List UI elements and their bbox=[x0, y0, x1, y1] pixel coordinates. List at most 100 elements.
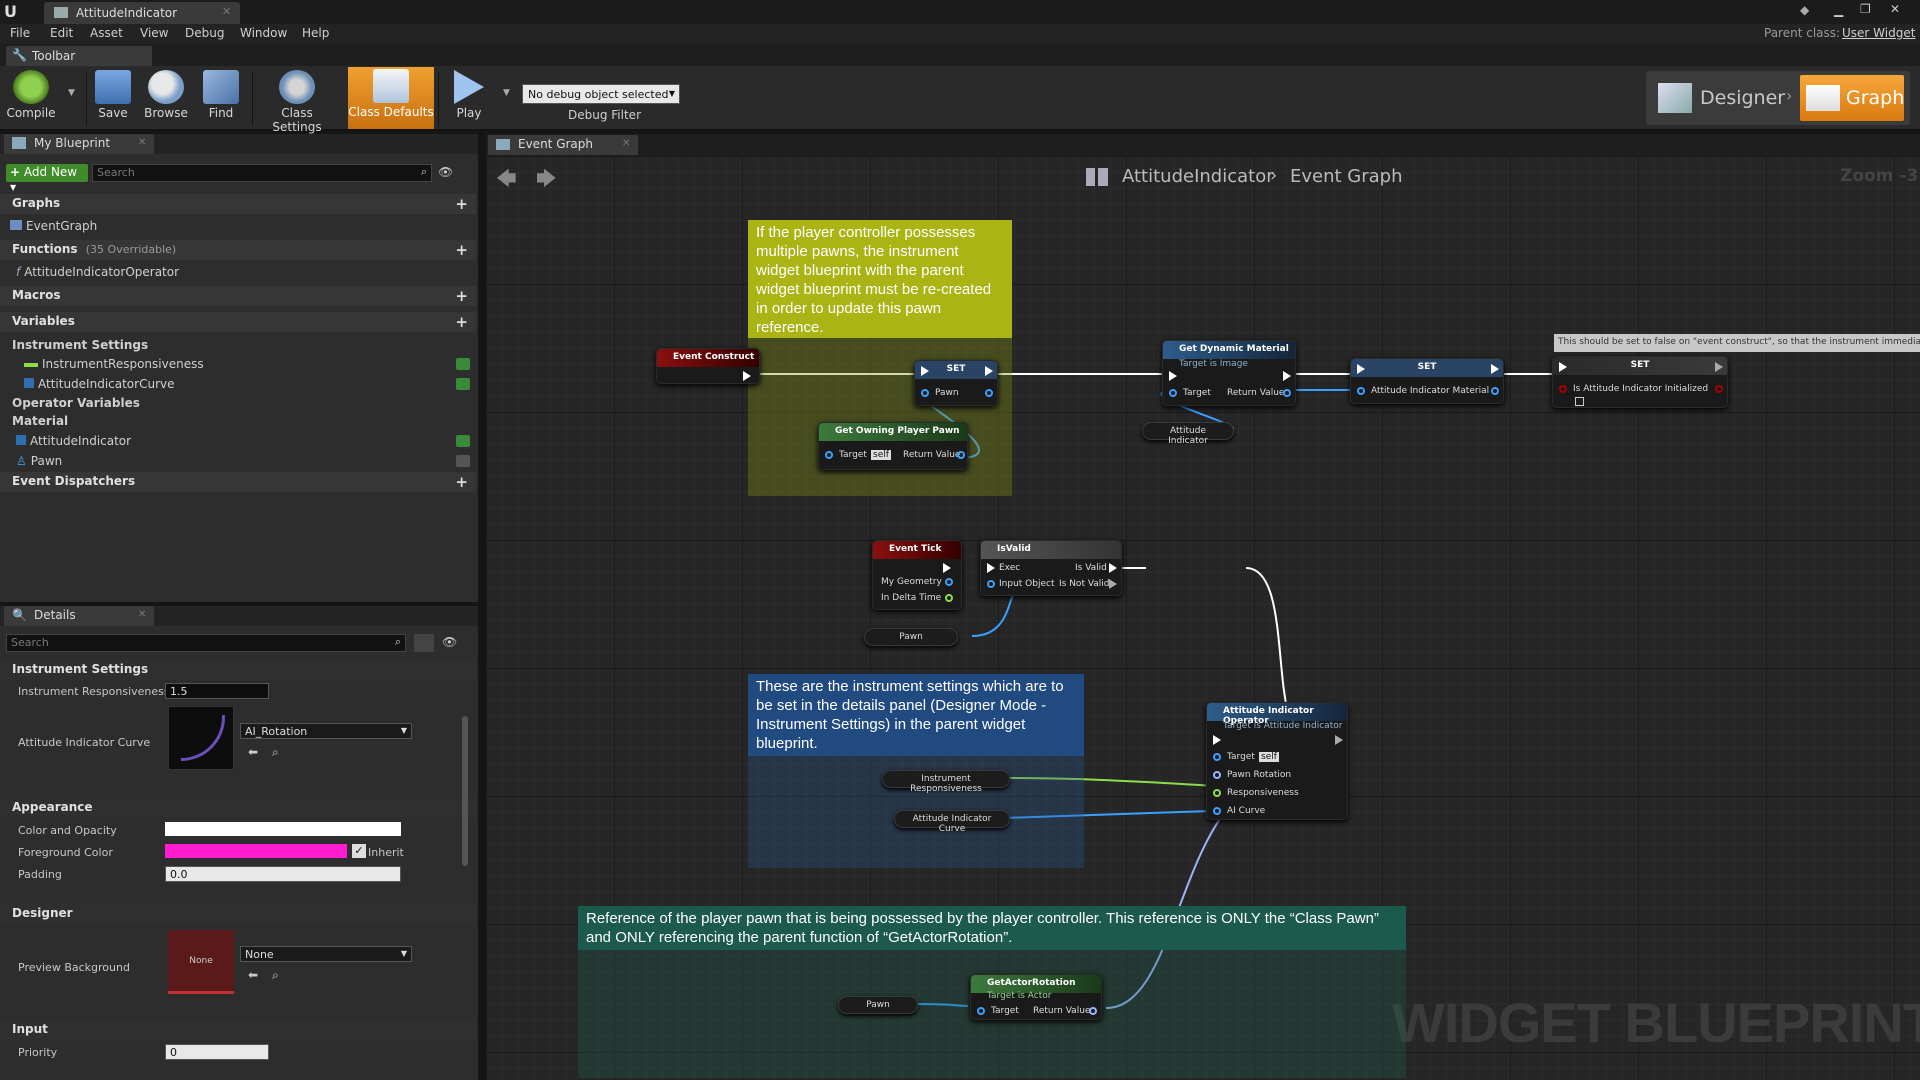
add-variable-icon[interactable]: + bbox=[455, 313, 468, 331]
responsiveness-input[interactable]: 1.5 bbox=[165, 683, 269, 699]
play-options-chevron-icon[interactable]: ▼ bbox=[503, 88, 510, 98]
parent-class-link[interactable]: User Widget bbox=[1842, 26, 1915, 40]
return-value-pin[interactable] bbox=[957, 451, 965, 459]
details-tab[interactable]: 🔍 Details ✕ bbox=[4, 606, 154, 626]
set-material-node[interactable]: SET Attitude Indicator Material bbox=[1350, 358, 1504, 404]
menu-edit[interactable]: Edit bbox=[50, 26, 73, 40]
browse-asset-search-icon[interactable]: ⌕ bbox=[272, 968, 279, 983]
debug-object-select[interactable]: No debug object selected ▼ bbox=[522, 84, 680, 104]
compile-button[interactable]: Compile bbox=[2, 68, 60, 128]
is-valid-exec-pin[interactable] bbox=[1109, 563, 1117, 573]
priority-input[interactable]: 0 bbox=[165, 1044, 269, 1060]
compile-options-chevron-icon[interactable]: ▼ bbox=[68, 88, 75, 98]
exec-out-pin[interactable] bbox=[1283, 371, 1291, 381]
use-selected-arrow-icon[interactable]: ⬅ bbox=[248, 968, 258, 982]
macros-category[interactable]: Macros + bbox=[0, 286, 476, 306]
menu-window[interactable]: Window bbox=[240, 26, 287, 40]
event-graph-tab[interactable]: Event Graph ✕ bbox=[488, 135, 638, 155]
event-tick-node[interactable]: Event Tick My Geometry In Delta Time bbox=[872, 540, 962, 610]
event-dispatchers-category[interactable]: Event Dispatchers + bbox=[0, 472, 476, 492]
pawn-in-pin[interactable] bbox=[921, 389, 929, 397]
add-new-button[interactable]: + Add New ▼ bbox=[6, 164, 88, 192]
input-object-pin[interactable] bbox=[987, 580, 995, 588]
attitude-indicator-curve-getter[interactable]: Attitude Indicator Curve bbox=[894, 810, 1010, 834]
exec-out-pin[interactable] bbox=[743, 371, 751, 381]
is-not-valid-exec-pin[interactable] bbox=[1109, 579, 1117, 589]
find-button[interactable]: Find bbox=[192, 68, 250, 128]
pawn-rotation-pin[interactable] bbox=[1213, 771, 1221, 779]
functions-category[interactable]: Functions (35 Overridable) + bbox=[0, 240, 476, 260]
variable-pawn[interactable]: ♙ Pawn bbox=[16, 454, 62, 468]
exec-out-pin[interactable] bbox=[1491, 364, 1499, 374]
menu-view[interactable]: View bbox=[140, 26, 168, 40]
play-button[interactable]: Play bbox=[440, 68, 498, 128]
my-blueprint-tab[interactable]: My Blueprint ✕ bbox=[4, 134, 154, 154]
material-in-pin[interactable] bbox=[1357, 387, 1365, 395]
input-section[interactable]: Input bbox=[0, 1020, 476, 1040]
toolbar-tab[interactable]: 🔧 Toolbar bbox=[6, 46, 152, 66]
ai-curve-pin[interactable] bbox=[1213, 807, 1221, 815]
add-graph-icon[interactable]: + bbox=[455, 195, 468, 213]
appearance-section[interactable]: Appearance bbox=[0, 798, 476, 818]
is-valid-node[interactable]: IsValid Exec Is Valid Input Object Is No… bbox=[980, 540, 1122, 596]
browse-asset-search-icon[interactable]: ⌕ bbox=[272, 745, 279, 760]
exec-in-pin[interactable] bbox=[1213, 735, 1221, 745]
attitude-indicator-getter[interactable]: Attitude Indicator bbox=[1142, 422, 1234, 446]
curve-thumbnail[interactable] bbox=[168, 706, 234, 770]
instrument-settings-group[interactable]: Instrument Settings bbox=[12, 338, 148, 352]
menu-file[interactable]: File bbox=[10, 26, 30, 40]
add-macro-icon[interactable]: + bbox=[455, 287, 468, 305]
view-options-eye-icon[interactable]: 👁 bbox=[442, 635, 457, 649]
padding-input[interactable]: 0.0 bbox=[165, 866, 401, 882]
close-tab-icon[interactable]: ✕ bbox=[222, 5, 231, 18]
in-delta-time-pin[interactable] bbox=[945, 594, 953, 602]
visibility-eye-icon[interactable] bbox=[456, 378, 470, 390]
designer-section[interactable]: Designer bbox=[0, 904, 476, 924]
add-function-icon[interactable]: + bbox=[455, 241, 468, 259]
preview-background-select[interactable]: None ▼ bbox=[240, 946, 412, 962]
class-defaults-button[interactable]: Class Defaults bbox=[348, 67, 434, 129]
initialized-checkbox[interactable] bbox=[1575, 397, 1584, 406]
variable-attitude-indicator[interactable]: AttitudeIndicator bbox=[16, 434, 131, 448]
visibility-eye-icon[interactable] bbox=[456, 358, 470, 370]
foreground-color-swatch[interactable] bbox=[165, 844, 347, 858]
get-dynamic-material-node[interactable]: Get Dynamic Material Target is Image Tar… bbox=[1162, 340, 1296, 406]
exec-in-pin[interactable] bbox=[1169, 371, 1177, 381]
pawn-getter-bottom[interactable]: Pawn bbox=[838, 996, 918, 1014]
return-value-pin[interactable] bbox=[1283, 389, 1291, 397]
exec-in-pin[interactable] bbox=[921, 366, 929, 376]
instrument-settings-section[interactable]: Instrument Settings bbox=[0, 660, 476, 680]
target-in-pin[interactable] bbox=[977, 1007, 985, 1015]
exec-in-pin[interactable] bbox=[1357, 364, 1365, 374]
details-scrollbar[interactable] bbox=[462, 716, 468, 866]
curve-asset-select[interactable]: AI_Rotation ▼ bbox=[240, 723, 412, 739]
graph-mode-button[interactable]: Graph bbox=[1800, 75, 1904, 121]
window-restore-button[interactable]: ❐ bbox=[1860, 2, 1871, 16]
operator-variables-group[interactable]: Operator Variables bbox=[12, 396, 140, 410]
target-in-pin[interactable] bbox=[825, 451, 833, 459]
event-graph-item[interactable]: EventGraph bbox=[10, 219, 97, 233]
visibility-eye-icon[interactable] bbox=[456, 455, 470, 467]
details-search-input[interactable]: Search ⌕ bbox=[6, 634, 406, 652]
use-selected-arrow-icon[interactable]: ⬅ bbox=[248, 745, 258, 759]
document-tab[interactable]: AttitudeIndicator ✕ bbox=[44, 2, 240, 24]
responsiveness-pin[interactable] bbox=[1213, 789, 1221, 797]
class-settings-button[interactable]: Class Settings bbox=[256, 68, 338, 134]
preview-background-thumbnail[interactable]: None bbox=[168, 930, 234, 994]
close-tab-icon[interactable]: ✕ bbox=[622, 138, 630, 149]
exec-out-pin[interactable] bbox=[1335, 735, 1343, 745]
menu-debug[interactable]: Debug bbox=[185, 26, 224, 40]
variable-curve[interactable]: AttitudeIndicatorCurve bbox=[24, 377, 174, 391]
browse-button[interactable]: Browse bbox=[137, 68, 195, 128]
exec-out-pin[interactable] bbox=[943, 563, 951, 573]
graphs-category[interactable]: Graphs + bbox=[0, 194, 476, 214]
get-actor-rotation-node[interactable]: GetActorRotation Target is Actor Target … bbox=[970, 974, 1102, 1020]
window-minimize-button[interactable]: ▁ bbox=[1834, 3, 1843, 17]
exec-out-pin[interactable] bbox=[985, 366, 993, 376]
variable-responsiveness[interactable]: InstrumentResponsiveness bbox=[24, 357, 204, 371]
event-graph-canvas[interactable]: 🡄 🡆 AttitudeIndicator › Event Graph Zoom… bbox=[486, 156, 1920, 1080]
bool-out-pin[interactable] bbox=[1715, 385, 1723, 393]
get-owning-player-pawn-node[interactable]: Get Owning Player Pawn Target self Retur… bbox=[818, 422, 968, 470]
exec-out-pin[interactable] bbox=[1715, 362, 1723, 372]
menu-help[interactable]: Help bbox=[302, 26, 329, 40]
